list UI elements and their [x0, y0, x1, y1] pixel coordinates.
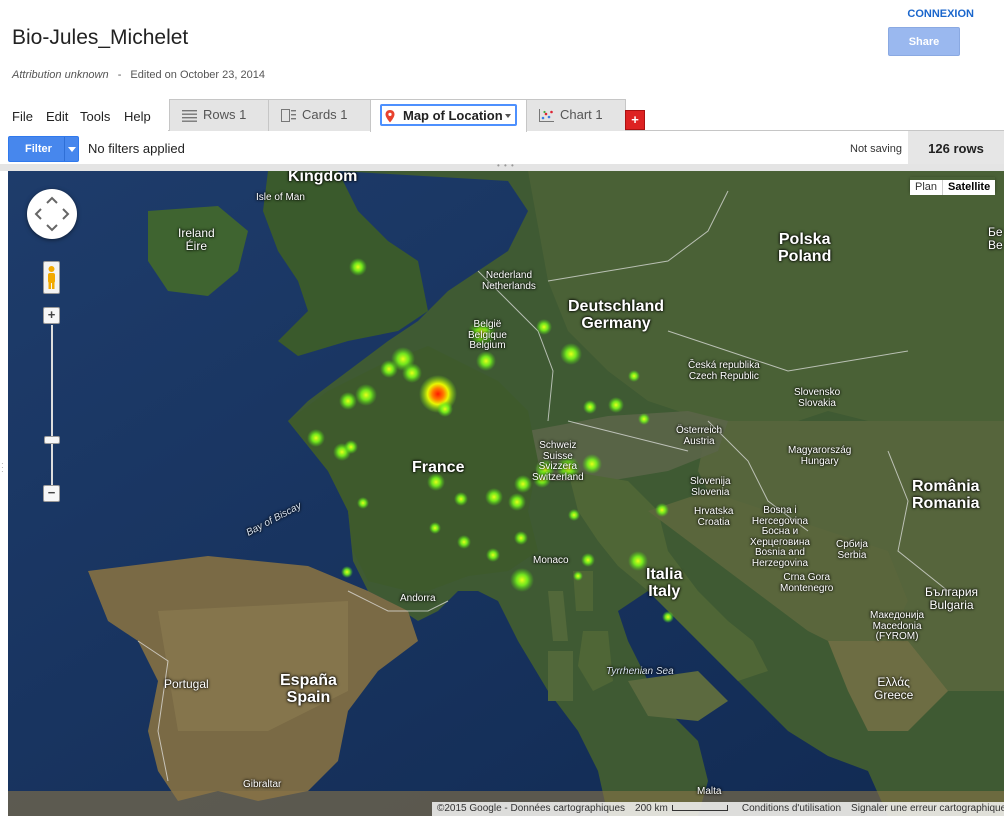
- map-label-poland: Polska Poland: [778, 231, 832, 265]
- chevron-down-icon: [505, 114, 511, 118]
- map-label-isle-of-man: Isle of Man: [256, 192, 305, 203]
- map-label-ireland: Ireland Éire: [178, 226, 215, 253]
- menu-file[interactable]: File: [12, 109, 33, 124]
- map-label-switzerland: Schweiz Suisse Svizzera Switzerland: [532, 440, 584, 483]
- pan-control[interactable]: [27, 189, 77, 239]
- map-label-hungary: Magyarország Hungary: [788, 445, 852, 467]
- tab-chart-label: Chart 1: [560, 107, 603, 122]
- map-label-czech: Česká republika Czech Republic: [688, 360, 760, 382]
- tab-rows[interactable]: Rows 1: [169, 99, 269, 131]
- tab-map-label: Map of Location: [403, 108, 503, 123]
- side-resize-handle-icon[interactable]: · · ·: [1, 460, 4, 476]
- satellite-map-image: [8, 171, 1004, 816]
- map-label-belgium: België Belgique Belgium: [468, 319, 507, 351]
- tab-chart[interactable]: Chart 1: [526, 99, 626, 131]
- menu-tools[interactable]: Tools: [80, 109, 110, 124]
- map-label-malta: Malta: [697, 786, 722, 797]
- page-title: Bio-Jules_Michelet: [12, 26, 189, 49]
- street-view-pegman[interactable]: [43, 261, 60, 294]
- tab-rows-label: Rows 1: [203, 107, 247, 122]
- map-canvas[interactable]: Kingdom Isle of Man Ireland Éire Nederla…: [8, 171, 1004, 816]
- map-label-macedonia: Македонија Macedonia (FYROM): [870, 610, 925, 642]
- zoom-slider-handle[interactable]: [44, 436, 60, 444]
- tab-map-of-location[interactable]: Map of Location: [370, 99, 527, 132]
- tab-cards[interactable]: Cards 1: [268, 99, 371, 131]
- map-label-montenegro: Crna Gora Montenegro: [780, 572, 834, 594]
- document-header: Bio-Jules_Michelet Attribution unknown -…: [0, 0, 1004, 98]
- map-label-germany: Deutschland Germany: [568, 298, 665, 332]
- pan-arrows-icon: [34, 196, 70, 232]
- resize-handle-icon[interactable]: • • •: [497, 161, 515, 170]
- map-label-italy: Italia Italy: [646, 566, 683, 600]
- map-type-control: Plan Satellite: [910, 177, 996, 195]
- map-label-portugal: Portugal: [164, 677, 209, 691]
- scale-bar-icon: [671, 805, 728, 812]
- zoom-in-button[interactable]: +: [43, 307, 60, 324]
- pegman-icon: [48, 266, 55, 289]
- map-label-gibraltar: Gibraltar: [243, 779, 282, 790]
- attribution-text: Attribution unknown: [12, 69, 109, 81]
- filter-button-label: Filter: [25, 143, 52, 155]
- document-meta: Attribution unknown - Edited on October …: [12, 69, 265, 81]
- map-pin-icon: [385, 110, 395, 123]
- map-label-monaco: Monaco: [533, 555, 569, 566]
- filter-button-divider: [64, 137, 65, 161]
- cards-icon: [281, 109, 296, 122]
- map-label-france: France: [412, 459, 465, 476]
- filters-status: No filters applied: [88, 141, 185, 156]
- map-label-bulgaria: България Bulgaria: [925, 585, 979, 612]
- connexion-link[interactable]: CONNEXION: [907, 8, 974, 20]
- map-type-plan-button[interactable]: Plan: [910, 180, 943, 195]
- map-copyright: ©2015 Google - Données cartographiques: [437, 803, 626, 814]
- map-label-slovakia: Slovensko Slovakia: [794, 387, 841, 409]
- map-scale: 200 km: [630, 802, 737, 816]
- map-label-andorra: Andorra: [400, 593, 436, 604]
- row-count-badge: 126 rows: [908, 131, 1004, 166]
- zoom-out-button[interactable]: −: [43, 485, 60, 502]
- map-label-be-edge: Бе Be: [988, 225, 1003, 252]
- map-label-austria: Österreich Austria: [676, 425, 723, 447]
- chart-icon: [539, 109, 554, 122]
- saving-status: Not saving: [850, 143, 902, 155]
- rows-icon: [182, 110, 197, 122]
- edited-date: Edited on October 23, 2014: [130, 69, 265, 81]
- terms-link[interactable]: Conditions d'utilisation: [742, 803, 841, 814]
- map-label-slovenia: Slovenija Slovenia: [690, 476, 731, 498]
- map-type-satellite-button[interactable]: Satellite: [942, 180, 996, 195]
- share-button[interactable]: Share: [888, 27, 960, 56]
- map-label-bosnia: Bosna i Hercegovina Босна и Херцеговина …: [750, 505, 810, 569]
- map-label-netherlands: Nederland Netherlands: [482, 270, 536, 292]
- map-label-spain: España Spain: [280, 672, 337, 706]
- report-error-link[interactable]: Signaler une erreur cartographique: [851, 803, 1004, 814]
- map-attribution-bar: ©2015 Google - Données cartographiques 20…: [432, 802, 1004, 816]
- map-label-tyrrhenian-sea: Tyrrhenian Sea: [606, 666, 674, 677]
- chevron-down-icon[interactable]: [68, 147, 76, 152]
- map-label-serbia: Србија Serbia: [836, 539, 868, 561]
- map-label-croatia: Hrvatska Croatia: [694, 506, 734, 528]
- add-tab-button[interactable]: +: [625, 110, 645, 130]
- menu-edit[interactable]: Edit: [46, 109, 68, 124]
- map-label-romania: România Romania: [912, 478, 980, 512]
- filter-button[interactable]: Filter: [8, 136, 79, 162]
- tab-map-dropdown[interactable]: Map of Location: [380, 104, 517, 126]
- meta-separator: -: [117, 69, 122, 81]
- map-label-greece: Ελλάς Greece: [874, 675, 914, 702]
- tab-cards-label: Cards 1: [302, 107, 348, 122]
- menu-help[interactable]: Help: [124, 109, 151, 124]
- map-label-kingdom: Kingdom: [288, 171, 358, 185]
- zoom-slider-track[interactable]: [51, 325, 53, 493]
- scale-text: 200 km: [635, 803, 668, 814]
